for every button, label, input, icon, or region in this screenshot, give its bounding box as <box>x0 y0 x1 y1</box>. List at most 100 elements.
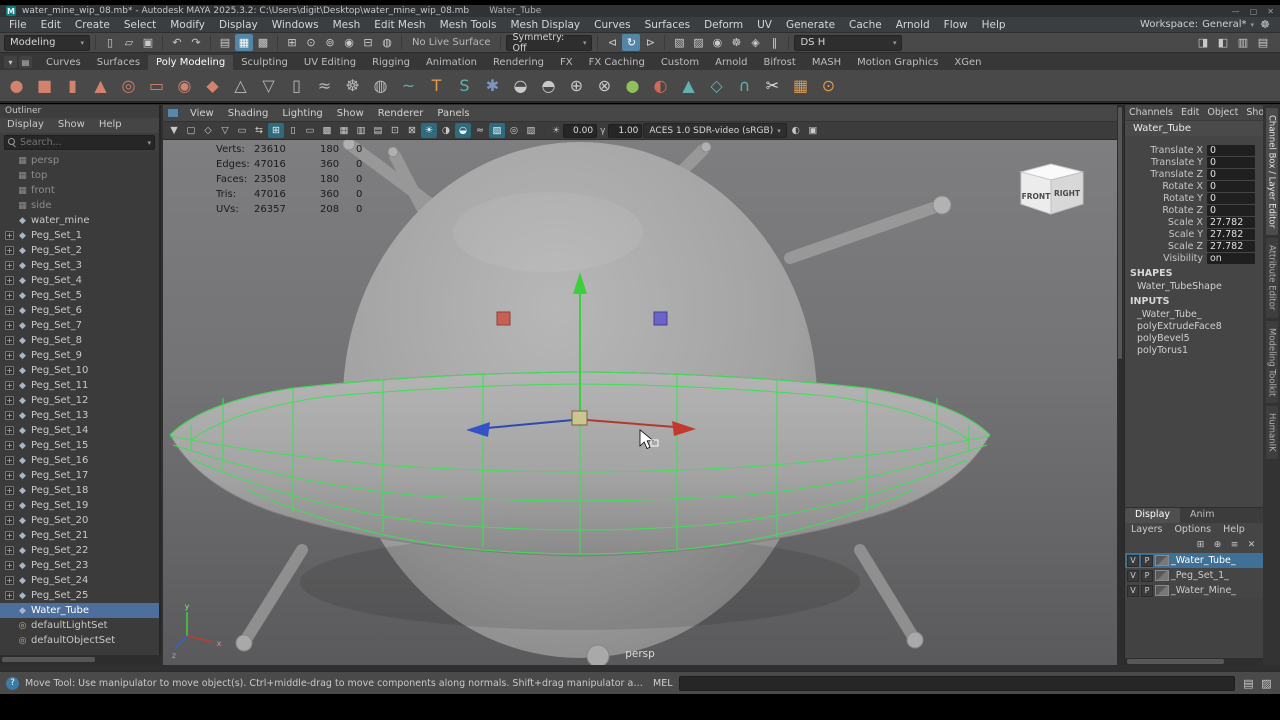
shelf-svg-icon[interactable]: S <box>451 71 478 101</box>
menu-item[interactable]: Options <box>1168 523 1217 537</box>
undo-icon[interactable]: ↶ <box>168 34 186 51</box>
shelf-poly-type-icon[interactable]: T <box>423 71 450 101</box>
menu-item[interactable]: Create <box>68 18 117 32</box>
menu-item[interactable]: Object <box>1203 105 1242 120</box>
menu-item[interactable]: Renderer <box>371 107 431 119</box>
search-input[interactable] <box>20 137 145 148</box>
viewport-bookmarks-icon[interactable]: ▽ <box>217 123 233 138</box>
channel-value-field[interactable]: 0 <box>1207 168 1255 180</box>
tab[interactable]: Curves <box>38 55 89 70</box>
display-settings-dropdown[interactable]: DS H ▾ <box>794 34 903 51</box>
menu-item[interactable]: Select <box>117 18 163 32</box>
menu-item[interactable]: Arnold <box>889 18 937 32</box>
shelf-poly-cube-icon[interactable]: ■ <box>31 71 58 101</box>
outliner-item[interactable]: + ◆ Peg_Set_18 <box>0 483 159 498</box>
viewport-gate-mask-icon[interactable]: ▩ <box>319 123 335 138</box>
toggle-outliner-icon[interactable]: ▤ <box>1254 34 1272 51</box>
menu-item[interactable]: Display <box>212 18 265 32</box>
select-by-hierarchy-icon[interactable]: ▤ <box>216 34 234 51</box>
shelf-poly-cylinder-icon[interactable]: ▮ <box>59 71 86 101</box>
open-scene-icon[interactable]: ▱ <box>120 34 138 51</box>
shelf-mirror-icon[interactable]: ◐ <box>647 71 674 101</box>
viewport-frame-all-icon[interactable]: ⊡ <box>387 123 403 138</box>
menu-item[interactable]: Mesh Display <box>503 18 587 32</box>
toggle-tool-settings-icon[interactable]: ◧ <box>1214 34 1232 51</box>
expand-toggle[interactable]: + <box>5 246 14 255</box>
channel-value-field[interactable]: 27.782 <box>1207 240 1255 252</box>
symmetry-dropdown[interactable]: Symmetry: Off ▾ <box>506 32 593 54</box>
search-field[interactable]: ▾ <box>4 135 155 150</box>
expand-toggle[interactable]: + <box>5 231 14 240</box>
shelf-poly-helix-icon[interactable]: ≈ <box>311 71 338 101</box>
minimize-button[interactable]: — <box>1232 7 1240 16</box>
layer-type-box[interactable] <box>1155 585 1169 596</box>
gamma-field[interactable]: 1.00 <box>608 123 643 138</box>
node-item[interactable]: polyBevel5 <box>1125 332 1263 344</box>
expand-toggle[interactable]: + <box>5 486 14 495</box>
layer-editor-scrollbar[interactable] <box>1125 658 1263 665</box>
outliner-item[interactable]: + ◆ Peg_Set_23 <box>0 558 159 573</box>
render-settings-icon[interactable]: ☸ <box>727 34 745 51</box>
panel-menu-icon[interactable] <box>167 108 179 118</box>
viewport-2d-pan-zoom-icon[interactable]: ⇆ <box>251 123 267 138</box>
shelf-boolean-difference-icon[interactable]: ◓ <box>535 71 562 101</box>
viewport-grid-icon[interactable]: ⊞ <box>268 123 284 138</box>
expand-toggle[interactable]: + <box>5 291 14 300</box>
shelf-poly-pyramid-icon[interactable]: △ <box>227 71 254 101</box>
viewport-snapshot-icon[interactable]: ▣ <box>805 123 821 138</box>
menu-item[interactable]: Shading <box>221 107 276 119</box>
layer-row[interactable]: V P _Peg_Set_1_ <box>1125 568 1263 583</box>
expand-toggle[interactable]: + <box>5 336 14 345</box>
workspace-settings-icon[interactable]: ☸ <box>1258 16 1272 33</box>
tab[interactable]: FX <box>552 55 581 70</box>
tab[interactable]: Custom <box>653 55 707 70</box>
shelf-bridge-icon[interactable]: ∩ <box>731 71 758 101</box>
command-line-input[interactable] <box>678 675 1235 691</box>
expand-toggle[interactable]: + <box>5 546 14 555</box>
layer-type-box[interactable] <box>1155 555 1169 566</box>
viewport-isolate-select-icon[interactable]: ◎ <box>506 123 522 138</box>
menu-item[interactable]: UV <box>750 18 779 32</box>
tab[interactable]: Channel Box / Layer Editor <box>1265 108 1278 236</box>
channel-value-field[interactable]: 0 <box>1207 192 1255 204</box>
snap-to-projected-center-icon[interactable]: ◉ <box>340 34 358 51</box>
viewport-film-gate-icon[interactable]: ▯ <box>285 123 301 138</box>
outliner-item[interactable]: + ◆ Peg_Set_14 <box>0 423 159 438</box>
menu-item[interactable]: Curves <box>587 18 637 32</box>
save-scene-icon[interactable]: ▣ <box>139 34 157 51</box>
shelf-multi-cut-icon[interactable]: ✂ <box>759 71 786 101</box>
viewport-vertical-scrollbar[interactable] <box>1117 105 1123 665</box>
select-by-component-icon[interactable]: ▩ <box>254 34 272 51</box>
viewport-lighting-icon[interactable]: ☀ <box>421 123 437 138</box>
tab[interactable]: Poly Modeling <box>148 55 234 70</box>
layer-row[interactable]: V P _Water_Mine_ <box>1125 583 1263 598</box>
viewport-field-chart-icon[interactable]: ▦ <box>336 123 352 138</box>
peg-ball[interactable] <box>387 146 399 158</box>
shelf-sweep-mesh-icon[interactable]: ~ <box>395 71 422 101</box>
outliner-item[interactable]: + ◆ Peg_Set_3 <box>0 258 159 273</box>
outliner-item[interactable]: + ◆ Peg_Set_9 <box>0 348 159 363</box>
layer-row[interactable]: V P _Water_Tube_ <box>1125 553 1263 568</box>
redo-icon[interactable]: ↷ <box>187 34 205 51</box>
tab[interactable]: Modeling Toolkit <box>1265 320 1278 404</box>
node-item[interactable]: polyTorus1 <box>1125 344 1263 356</box>
menu-item[interactable]: Channels <box>1125 105 1177 120</box>
outliner-item[interactable]: + ◆ Peg_Set_19 <box>0 498 159 513</box>
menu-item[interactable]: Display <box>0 118 51 133</box>
shelf-editor-icon[interactable]: ▤ <box>19 56 32 68</box>
tab[interactable]: Anim <box>1180 508 1224 523</box>
make-live-icon[interactable]: ◍ <box>378 34 396 51</box>
outliner-item[interactable]: + ◆ Peg_Set_5 <box>0 288 159 303</box>
menu-item[interactable]: Help <box>1217 523 1251 537</box>
menu-item[interactable]: Edit Mesh <box>367 18 432 32</box>
expand-toggle[interactable]: + <box>5 456 14 465</box>
channel-box-object-name[interactable]: Water_Tube <box>1125 121 1263 136</box>
viewport-safe-action-icon[interactable]: ▥ <box>353 123 369 138</box>
menu-item[interactable]: Show <box>51 118 92 133</box>
layer-playback-toggle[interactable]: P <box>1141 554 1153 567</box>
channel-value-field[interactable]: 0 <box>1207 180 1255 192</box>
menu-item[interactable]: Deform <box>697 18 750 32</box>
shelf-poly-disc-icon[interactable]: ◉ <box>171 71 198 101</box>
select-by-object-icon[interactable]: ▦ <box>235 34 253 51</box>
outliner-item[interactable]: + ◆ Peg_Set_22 <box>0 543 159 558</box>
